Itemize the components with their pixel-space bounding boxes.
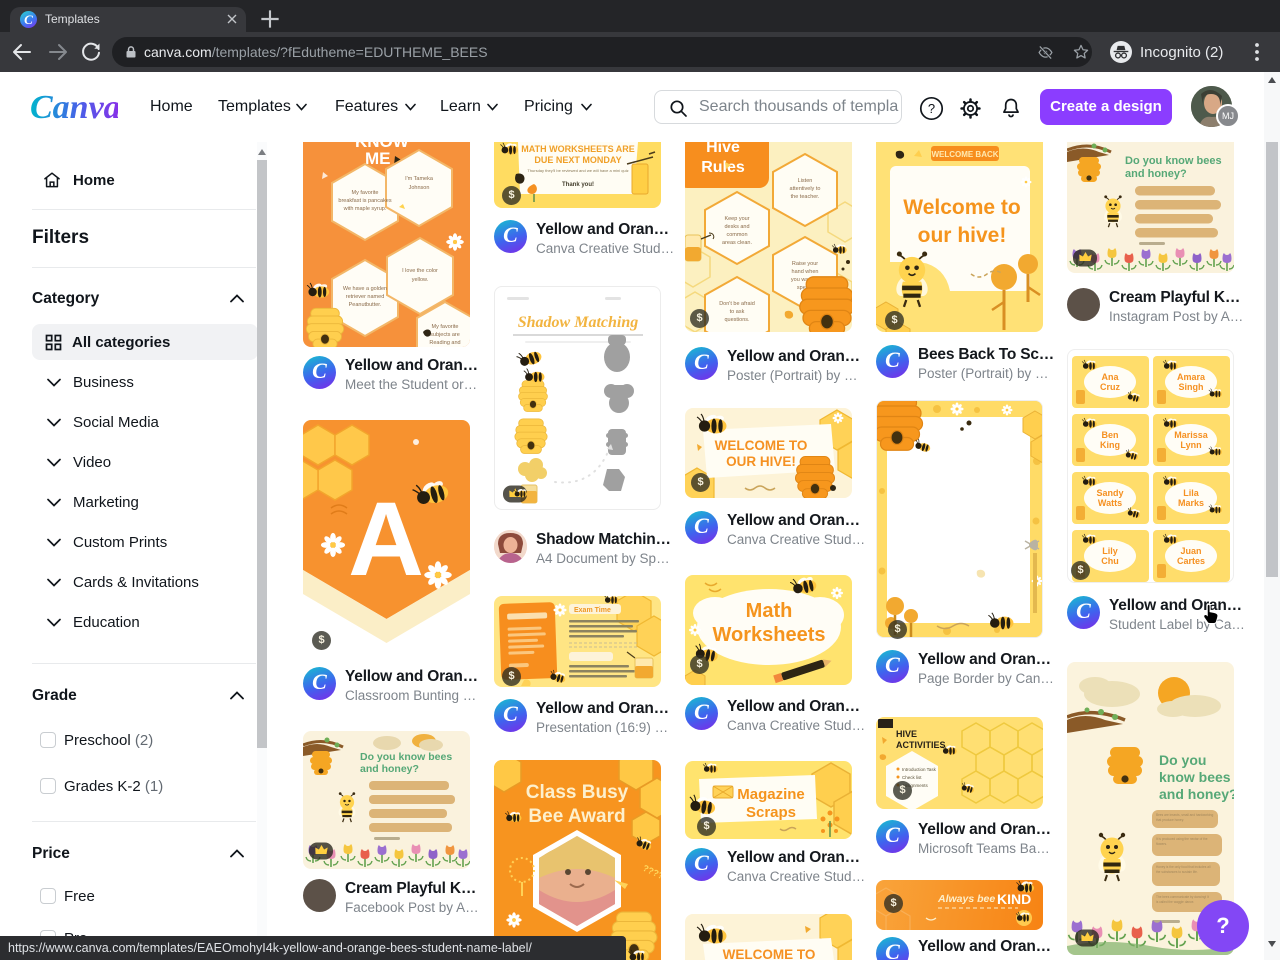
svg-text:Singh: Singh [1179,382,1204,392]
svg-text:Canva: Canva [30,89,118,126]
svg-text:Amara: Amara [1177,372,1206,382]
svg-text:Listen: Listen [798,178,813,184]
svg-text:WELCOME BACK: WELCOME BACK [931,150,998,159]
svg-text:Marks: Marks [1178,498,1204,508]
svg-text:Exam Time: Exam Time [574,607,611,614]
svg-text:Sandy: Sandy [1096,488,1123,498]
svg-text:to ask: to ask [730,309,745,315]
svg-text:and honey?: and honey? [360,763,419,775]
svg-text:and honey?: and honey? [1125,168,1187,180]
svg-text:Thank you!: Thank you! [562,182,594,188]
svg-text:Watts: Watts [1098,498,1122,508]
svg-text:ACTIVITIES: ACTIVITIES [896,740,946,750]
svg-text:yellow.: yellow. [412,277,429,283]
svg-text:DUE NEXT MONDAY: DUE NEXT MONDAY [534,155,621,165]
svg-text:Rules: Rules [701,159,745,176]
svg-text:King: King [1100,440,1120,450]
svg-text:Raise your: Raise your [792,261,818,267]
svg-text:Lynn: Lynn [1180,440,1201,450]
svg-text:I love the color: I love the color [402,268,438,274]
svg-text:retriever named: retriever named [346,294,385,300]
svg-text:Bees are insects, small and ha: Bees are insects, small and hardworking [1156,813,1213,817]
svg-text:Cruz: Cruz [1100,382,1120,392]
svg-text:and honey?: and honey? [1159,786,1234,802]
svg-text:Reading and: Reading and [429,340,460,346]
svg-text:Introduction Task: Introduction Task [902,767,937,772]
svg-text:attentively to: attentively to [790,186,821,192]
svg-text:A: A [348,481,424,598]
svg-text:KIND: KIND [997,891,1031,907]
svg-text:Ana: Ana [1101,372,1119,382]
svg-text:Do you know bees: Do you know bees [360,751,452,763]
svg-text:Keep your: Keep your [724,216,749,222]
svg-text:Always bee: Always bee [937,893,995,905]
svg-text:questions.: questions. [724,317,750,323]
svg-text:Johnson: Johnson [409,185,430,191]
svg-text:Bee Award: Bee Award [528,806,625,827]
svg-text:Worksheets: Worksheets [712,624,825,646]
svg-text:Chu: Chu [1101,556,1119,566]
svg-text:We have a golden: We have a golden [343,286,387,292]
svg-text:Hive: Hive [706,142,740,156]
svg-text:Magazine: Magazine [737,786,805,803]
svg-text:our hive!: our hive! [918,224,1007,247]
svg-text:Lily: Lily [1102,546,1118,556]
svg-text:Thursday they'll be reviewed a: Thursday they'll be reviewed and we will… [527,168,628,173]
svg-text:Lila: Lila [1183,488,1199,498]
svg-text:WELCOME TO: WELCOME TO [715,438,808,453]
svg-text:Do you: Do you [1159,752,1206,768]
svg-text:Marissa: Marissa [1174,430,1209,440]
svg-text:Peanutbutter.: Peanutbutter. [349,302,382,308]
svg-text:Welcome to: Welcome to [903,196,1020,219]
svg-text:HIVE: HIVE [896,729,917,739]
svg-text:Shadow Matching: Shadow Matching [518,314,638,331]
svg-text:It is produced using the necta: It is produced using the nectar of the [1156,837,1208,841]
svg-text:?????: ????? [641,863,661,884]
svg-text:I'm Tameka: I'm Tameka [405,176,434,182]
svg-text:OUR HIVE!: OUR HIVE! [726,454,796,469]
svg-text:know bees: know bees [1159,769,1231,785]
svg-text:that produce honey.: that produce honey. [1156,818,1184,822]
svg-text:Scraps: Scraps [746,804,796,821]
svg-text:My favorite: My favorite [352,190,379,196]
svg-text:MATH WORKSHEETS ARE: MATH WORKSHEETS ARE [521,144,635,154]
svg-text:Honey is the only food that in: Honey is the only food that includes all [1156,865,1211,869]
svg-text:Cartes: Cartes [1177,556,1205,566]
svg-text:The bees communicate by dancin: The bees communicate by dancing! It [1156,895,1209,899]
svg-text:the teacher.: the teacher. [791,194,820,200]
svg-text:Class Busy: Class Busy [526,782,629,803]
svg-text:My favorite: My favorite [432,324,459,330]
svg-text:common: common [726,232,747,238]
svg-text:Check list: Check list [902,775,922,780]
svg-text:?: ? [928,101,935,116]
svg-text:subjects are: subjects are [430,332,460,338]
svg-text:desks and: desks and [724,224,749,230]
svg-text:areas clean.: areas clean. [722,240,752,246]
svg-text:Math: Math [746,600,793,622]
svg-text:the substances to sustain life: the substances to sustain life. [1156,870,1198,874]
svg-text:Do you know bees: Do you know bees [1125,155,1222,167]
svg-text:WELCOME TO: WELCOME TO [723,947,816,960]
svg-text:hand when: hand when [792,269,819,275]
svg-text:flowers.: flowers. [1156,842,1167,846]
svg-text:Ben: Ben [1101,430,1118,440]
svg-text:Juan: Juan [1180,546,1201,556]
svg-text:breakfast is pancakes: breakfast is pancakes [338,198,391,204]
svg-text:Don't be afraid: Don't be afraid [719,301,755,307]
svg-text:is called the waggle dance.: is called the waggle dance. [1156,900,1194,904]
svg-text:with maple syrup.: with maple syrup. [343,206,387,212]
